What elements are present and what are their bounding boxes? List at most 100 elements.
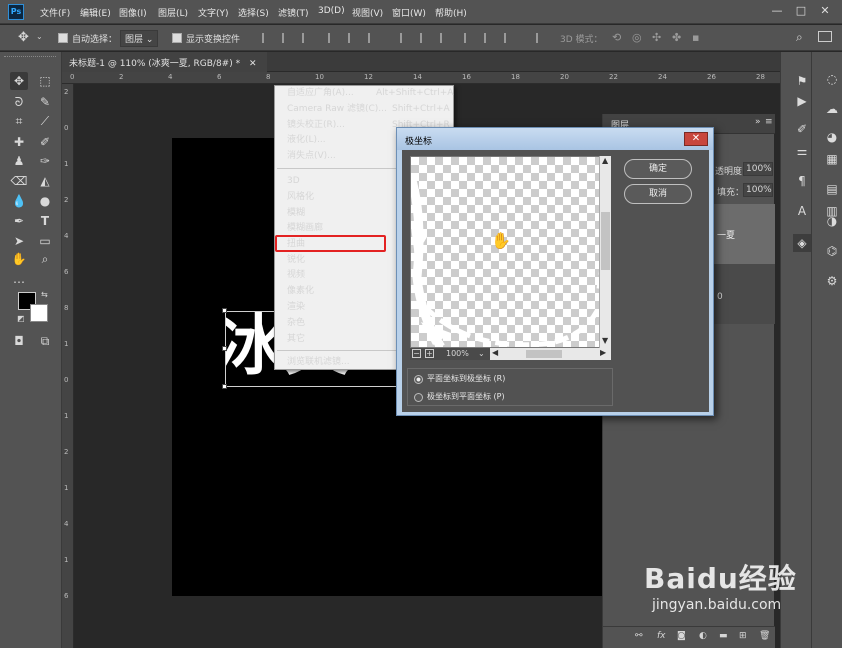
paths-icon[interactable]: ⌬ [823,242,841,260]
3d-pan-icon[interactable]: ✣ [652,31,661,44]
libraries-icon[interactable]: ☁ [823,100,841,118]
scroll-thumb[interactable] [526,350,562,358]
filter-preview[interactable]: ✋ [410,156,606,348]
dialog-close-button[interactable]: ✕ [684,132,708,146]
lightbulb-icon[interactable]: ◌ [823,70,841,88]
align-top-icon[interactable] [328,33,338,43]
distribute-middle-icon[interactable] [420,33,430,43]
fx-icon[interactable]: fx [657,631,666,641]
move-tool-icon[interactable]: ✥ [10,72,28,90]
ok-button[interactable]: 确定 [624,159,692,179]
scroll-up-icon[interactable]: ▲ [602,156,608,165]
character-icon[interactable]: A [793,202,811,220]
menu-item-lens-correction[interactable]: 镜头校正(R)... [287,118,345,133]
menu-item-liquify[interactable]: 液化(L)... [287,133,326,148]
marquee-tool-icon[interactable]: ⬚ [36,72,54,90]
brush-tool-icon[interactable]: ✐ [36,133,54,151]
quick-mask-icon[interactable]: ◘ [10,332,28,350]
zoom-out-button[interactable]: − [412,349,421,358]
menu-window[interactable]: 窗口(W) [392,6,426,19]
scroll-down-icon[interactable]: ▼ [602,336,608,345]
menu-item-blur[interactable]: 模糊 [287,206,305,221]
menu-view[interactable]: 视图(V) [352,6,383,19]
3d-roll-icon[interactable]: ◎ [632,31,642,44]
panel-collapse-icon[interactable]: » [755,117,761,127]
show-transform-checkbox[interactable] [172,33,182,46]
paint-bucket-icon[interactable]: ◭ [36,172,54,190]
zoom-tool-icon[interactable]: ⌕ [36,250,54,268]
history-panel-icon[interactable]: ⚑ [793,72,811,90]
lasso-tool-icon[interactable]: ᘐ [10,93,28,111]
3d-rotate-icon[interactable]: ⟲ [612,31,621,44]
radio-polar-to-rect[interactable] [414,393,423,402]
history-brush-icon[interactable]: ✑ [36,152,54,170]
preview-vertical-scrollbar[interactable]: ▲ ▼ [599,156,611,348]
option-polar-to-rect-label[interactable]: 极坐标到平面坐标 (P) [427,391,505,402]
new-layer-icon[interactable]: ⊞ [739,631,747,641]
panel-menu-icon[interactable]: ≡ [765,117,773,127]
clone-stamp-icon[interactable]: ♟ [10,152,28,170]
menu-item-other[interactable]: 其它 [287,332,305,347]
pen-tool-icon[interactable]: ✒ [10,212,28,230]
minimize-button[interactable]: — [770,4,784,18]
dialog-titlebar[interactable]: 极坐标 ✕ [397,128,713,150]
radio-rect-to-polar[interactable] [414,375,423,384]
preview-horizontal-scrollbar[interactable]: ◀ ▶ [490,348,611,360]
move-tool-icon[interactable]: ✥ [18,30,29,45]
menu-help[interactable]: 帮助(H) [435,6,467,19]
close-tab-icon[interactable]: ✕ [249,59,257,69]
distribute-bottom-icon[interactable] [440,33,450,43]
align-right-icon[interactable] [302,33,312,43]
menu-type[interactable]: 文字(Y) [198,6,229,19]
zoom-dropdown-icon[interactable]: ⌄ [478,349,485,358]
menu-item-stylize[interactable]: 风格化 [287,190,314,205]
paragraph-icon[interactable]: ¶ [793,172,811,190]
search-icon[interactable]: ⌕ [796,30,803,45]
blur-tool-icon[interactable]: 💧 [10,192,28,210]
background-color-swatch[interactable] [30,304,48,322]
maximize-button[interactable]: □ [794,4,808,18]
menu-select[interactable]: 选择(S) [238,6,269,19]
3d-scale-icon[interactable]: ▪ [692,31,699,44]
menu-item-pixelate[interactable]: 像素化 [287,284,314,299]
more-tools-icon[interactable]: … [10,270,28,288]
swatches-icon[interactable]: ▦ [823,150,841,168]
rectangle-tool-icon[interactable]: ▭ [36,232,54,250]
menu-item-3d[interactable]: 3D [287,174,300,189]
fill-value[interactable]: 100% [743,183,773,197]
menu-3d[interactable]: 3D(D) [318,6,345,16]
hand-tool-icon[interactable]: ✋ [10,250,28,268]
menu-item-camera-raw[interactable]: Camera Raw 滤镜(C)... [287,102,387,117]
3d-slide-icon[interactable]: ✤ [672,31,681,44]
align-center-icon[interactable] [282,33,292,43]
dodge-tool-icon[interactable]: ● [36,192,54,210]
properties-icon[interactable]: ◑ [823,212,841,230]
eyedropper-tool-icon[interactable]: ⟋ [36,112,54,130]
document-tab[interactable]: 未标题-1 @ 110% (冰爽一夏, RGB/8#) * ✕ [62,52,267,72]
menu-item-noise[interactable]: 杂色 [287,316,305,331]
channels-icon[interactable]: ⚙ [823,272,841,290]
healing-brush-icon[interactable]: ✚ [10,133,28,151]
opacity-value[interactable]: 100% [743,162,773,176]
menu-item-sharpen[interactable]: 锐化 [287,253,305,268]
transform-handle[interactable] [222,384,227,389]
workspace-icon[interactable] [818,31,832,42]
quick-select-tool-icon[interactable]: ✎ [36,93,54,111]
chevron-down-icon[interactable]: ⌄ [36,32,43,41]
auto-select-dropdown[interactable]: 图层 ⌄ [120,30,159,47]
distribute-left-icon[interactable] [464,33,474,43]
auto-select-checkbox[interactable] [58,33,68,46]
adjustment-icon[interactable]: ◐ [699,631,707,641]
trash-icon[interactable]: 🗑 [759,631,770,641]
menu-filter[interactable]: 滤镜(T) [278,6,309,19]
menu-image[interactable]: 图像(I) [119,6,147,19]
menu-edit[interactable]: 编辑(E) [80,6,111,19]
folder-icon[interactable]: ▬ [719,631,728,641]
menu-file[interactable]: 文件(F) [40,6,70,19]
actions-play-icon[interactable]: ▶ [793,92,811,110]
option-rect-to-polar-label[interactable]: 平面坐标到极坐标 (R) [427,373,505,384]
menu-item-adaptive-wide-angle[interactable]: 自适应广角(A)... [287,86,354,101]
close-window-button[interactable]: ✕ [818,4,832,18]
menu-item-vanishing-point[interactable]: 消失点(V)... [287,149,336,164]
distribute-right-icon[interactable] [504,33,514,43]
